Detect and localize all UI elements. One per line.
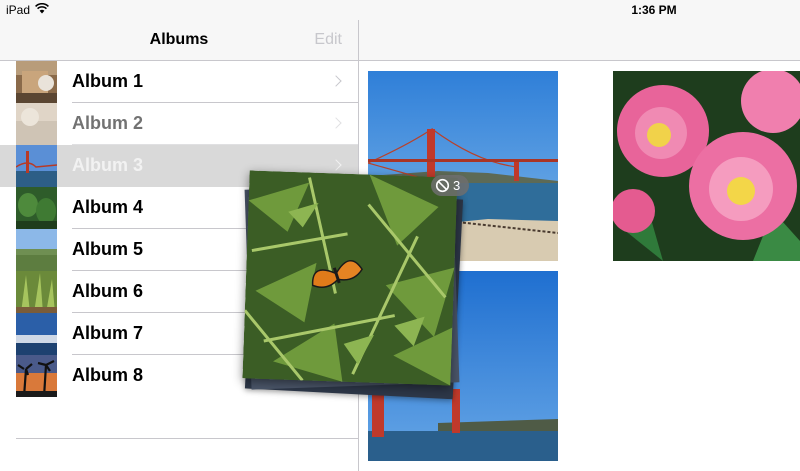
albums-nav-bar: Albums Edit (0, 20, 358, 61)
album-thumbnail (16, 229, 57, 271)
album-label: Album 6 (72, 281, 144, 301)
detail-nav-bar (359, 20, 800, 61)
chevron-right-icon (330, 75, 342, 87)
dragged-photo-stack[interactable] (232, 168, 472, 400)
divider (16, 438, 358, 439)
album-label: Album 3 (72, 155, 144, 175)
album-thumbnail (16, 355, 57, 397)
dragged-photo-butterfly (242, 170, 458, 386)
status-bar: iPad 1:36 PM (0, 0, 800, 20)
album-label: Album 1 (72, 71, 144, 91)
album-thumbnail (16, 271, 57, 313)
album-row-1[interactable]: Album 1 (0, 61, 358, 103)
album-thumbnail (16, 61, 57, 103)
album-label: Album 5 (72, 239, 144, 259)
album-thumbnail (16, 187, 57, 229)
photo-peony-flowers[interactable] (613, 71, 800, 261)
album-label: Album 2 (72, 113, 144, 133)
drag-count: 3 (453, 178, 461, 193)
edit-button[interactable]: Edit (314, 31, 342, 49)
album-thumbnail (16, 145, 57, 187)
not-allowed-icon (435, 178, 450, 193)
album-label: Album 8 (72, 365, 144, 385)
drag-count-badge: 3 (431, 175, 469, 196)
album-thumbnail (16, 313, 57, 355)
album-thumbnail (16, 103, 57, 145)
album-label: Album 7 (72, 323, 144, 343)
album-row-2[interactable]: Album 2 (0, 103, 358, 145)
nav-title: Albums (149, 31, 209, 48)
chevron-right-icon (330, 117, 342, 129)
album-label: Album 4 (72, 197, 144, 217)
clock: 1:36 PM (631, 3, 677, 17)
